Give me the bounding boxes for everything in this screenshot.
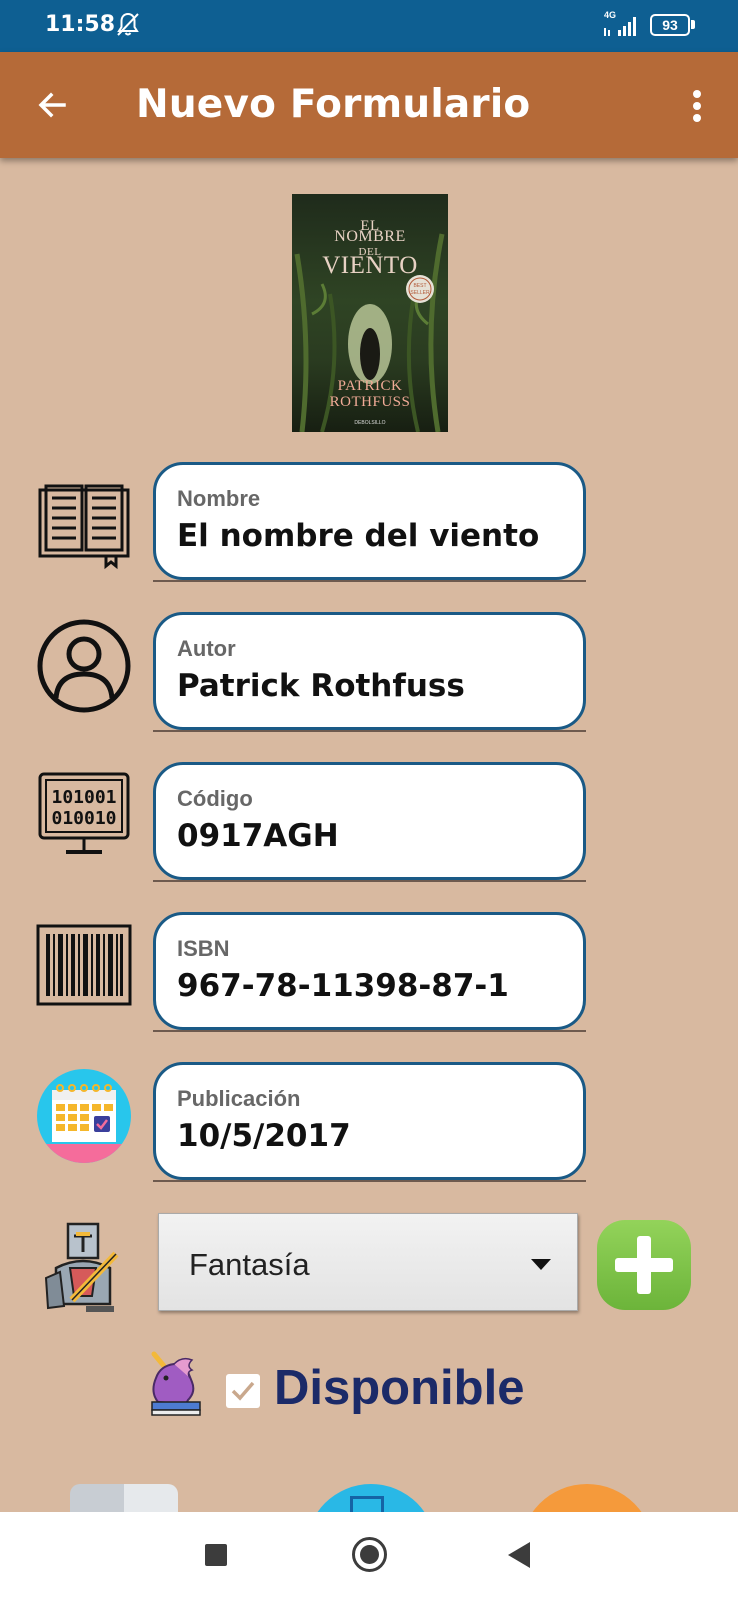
signal-icon: 4G: [604, 10, 644, 40]
available-label[interactable]: Disponible: [274, 1360, 524, 1416]
name-field-label: Nombre: [177, 486, 261, 511]
publication-field-value[interactable]: 10/5/2017: [177, 1118, 351, 1154]
svg-text:010010: 010010: [51, 808, 116, 829]
network-type: 4G: [604, 10, 617, 20]
publication-field[interactable]: Publicación 10/5/2017: [153, 1062, 586, 1182]
barcode-icon: [36, 924, 132, 1006]
category-selected-value: Fantasía: [189, 1247, 310, 1282]
more-vert-icon[interactable]: [680, 84, 714, 128]
bell-off-icon: [117, 12, 139, 36]
cover-publisher: DEBOLSILLO: [354, 420, 386, 426]
knight-icon: [44, 1222, 119, 1312]
system-nav-bar: [0, 1512, 738, 1600]
dropdown-arrow-icon: [531, 1259, 551, 1270]
code-field-value[interactable]: 0917AGH: [177, 818, 339, 854]
back-icon[interactable]: [508, 1542, 530, 1568]
author-field-label: Autor: [177, 636, 236, 661]
cover-title-line: NOMBRE: [334, 228, 406, 245]
svg-text:BEST: BEST: [413, 283, 426, 289]
publication-field-label: Publicación: [177, 1086, 301, 1111]
isbn-field-label: ISBN: [177, 936, 230, 961]
available-checkbox[interactable]: [226, 1374, 260, 1408]
calendar-icon: [37, 1069, 131, 1163]
author-field[interactable]: Autor Patrick Rothfuss: [153, 612, 586, 732]
open-book-icon: [38, 484, 130, 570]
book-cover-image[interactable]: BEST SELLER EL NOMBRE DEL VIENTO PATRICK…: [292, 194, 448, 432]
isbn-field-value[interactable]: 967-78-11398-87-1: [177, 968, 509, 1004]
category-dropdown[interactable]: Fantasía: [158, 1213, 578, 1311]
page-title: Nuevo Formulario: [136, 82, 531, 127]
unicorn-icon: [151, 1351, 201, 1416]
code-field[interactable]: Código 0917AGH: [153, 762, 586, 882]
add-category-button[interactable]: [597, 1220, 691, 1310]
home-icon[interactable]: [352, 1537, 387, 1572]
author-field-value[interactable]: Patrick Rothfuss: [177, 668, 465, 704]
app-bar: Nuevo Formulario: [0, 52, 738, 158]
check-icon: [231, 1381, 255, 1401]
name-field[interactable]: Nombre El nombre del viento: [153, 462, 586, 582]
back-arrow-icon[interactable]: [30, 82, 76, 128]
svg-text:101001: 101001: [51, 787, 116, 808]
binary-monitor-icon: 101001 010010: [38, 772, 130, 854]
battery-level: 93: [650, 14, 690, 36]
status-bar: 11:58 4G 93: [0, 0, 738, 52]
isbn-field[interactable]: ISBN 967-78-11398-87-1: [153, 912, 586, 1032]
cover-author-line: ROTHFUSS: [329, 394, 411, 410]
svg-text:SELLER: SELLER: [410, 290, 430, 296]
name-field-value[interactable]: El nombre del viento: [177, 518, 539, 554]
cover-title-line: VIENTO: [322, 252, 418, 279]
recent-apps-icon[interactable]: [205, 1544, 227, 1566]
status-time: 11:58: [45, 12, 116, 37]
user-icon: [37, 619, 131, 713]
code-field-label: Código: [177, 786, 253, 811]
cover-author-line: PATRICK: [337, 378, 403, 394]
battery-icon: 93: [650, 14, 696, 36]
